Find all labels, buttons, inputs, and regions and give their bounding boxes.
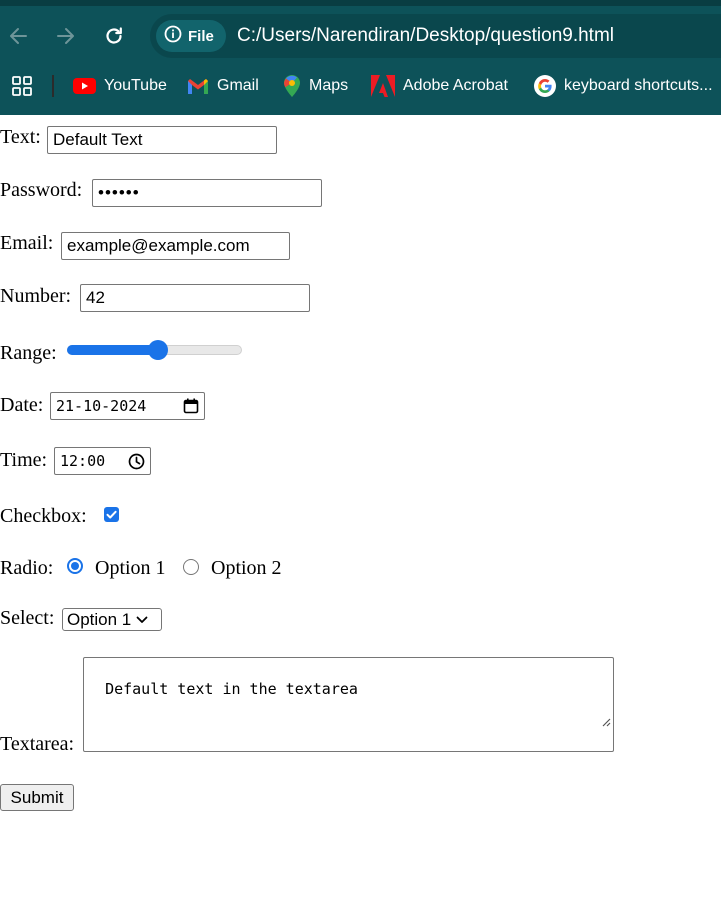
bookmark-gmail[interactable]: Gmail: [187, 72, 259, 100]
radio-option-2-label[interactable]: Option 2: [211, 557, 282, 580]
range-thumb[interactable]: [147, 340, 168, 360]
radio-dot: [71, 562, 79, 570]
back-button[interactable]: [4, 22, 32, 50]
checkmark-icon: [106, 510, 117, 519]
textarea-input[interactable]: Default text in the textarea: [83, 657, 614, 752]
select-dropdown[interactable]: Option 1: [62, 608, 162, 631]
youtube-icon: [73, 78, 96, 94]
bookmark-adobe-acrobat[interactable]: Adobe Acrobat: [371, 72, 508, 100]
email-input[interactable]: example@example.com: [61, 232, 290, 260]
select-label: Select:: [0, 607, 55, 629]
clock-icon[interactable]: [128, 453, 145, 474]
time-label: Time:: [0, 449, 48, 471]
bookmark-keyboard-shortcuts[interactable]: keyboard shortcuts...: [534, 72, 713, 100]
info-icon: [164, 25, 182, 48]
text-label: Text:: [0, 126, 41, 148]
bookmark-youtube[interactable]: YouTube: [73, 72, 167, 100]
calendar-icon[interactable]: [183, 398, 199, 418]
chevron-down-icon: [136, 616, 148, 624]
select-value: Option 1: [67, 609, 132, 629]
date-value: 21-10-2024: [56, 397, 147, 415]
site-chip-label: File: [188, 27, 214, 45]
checkbox-label: Checkbox:: [0, 505, 87, 527]
number-label: Number:: [0, 285, 72, 307]
apps-icon[interactable]: [11, 75, 33, 102]
bookmark-divider: [52, 75, 54, 97]
bookmark-label: Adobe Acrobat: [403, 77, 508, 94]
radio-label: Radio:: [0, 557, 54, 579]
time-value: 12:00: [60, 452, 106, 470]
textarea-label: Textarea:: [0, 733, 75, 755]
email-label: Email:: [0, 232, 54, 254]
url-text[interactable]: C:/Users/Narendiran/Desktop/question9.ht…: [237, 25, 614, 47]
radio-option-1-label[interactable]: Option 1: [95, 557, 166, 580]
resize-grip-icon[interactable]: [566, 695, 611, 749]
reload-button[interactable]: [100, 22, 128, 50]
textarea-value: Default text in the textarea: [105, 680, 358, 698]
bookmark-maps[interactable]: Maps: [283, 72, 348, 100]
bookmark-label: Maps: [309, 77, 349, 94]
date-label: Date:: [0, 394, 44, 416]
arrow-right-icon: [57, 28, 74, 44]
number-input[interactable]: 42: [80, 284, 310, 312]
radio-option-1[interactable]: [67, 558, 83, 574]
site-info-chip[interactable]: File: [156, 20, 226, 52]
radio-option-2[interactable]: [183, 559, 199, 575]
range-label: Range:: [0, 342, 57, 364]
google-icon: [534, 75, 556, 97]
date-input[interactable]: 21-10-2024: [50, 392, 205, 420]
bookmark-label: Gmail: [217, 77, 259, 94]
gmail-icon: [187, 78, 209, 95]
submit-button[interactable]: Submit: [0, 784, 74, 811]
password-label: Password:: [0, 179, 83, 201]
reload-icon: [106, 27, 122, 44]
checkbox-input[interactable]: [104, 507, 119, 522]
arrow-left-icon: [10, 28, 27, 44]
range-fill: [67, 345, 155, 355]
time-input[interactable]: 12:00: [54, 447, 151, 475]
password-input[interactable]: ••••••: [92, 179, 322, 207]
bookmark-label: YouTube: [104, 77, 167, 94]
forward-button[interactable]: [52, 22, 80, 50]
browser-toolbar: File C:/Users/Narendiran/Desktop/questio…: [0, 0, 721, 115]
text-input[interactable]: Default Text: [47, 126, 277, 154]
maps-icon: [283, 74, 301, 98]
tab-strip-edge: [0, 0, 721, 6]
adobe-acrobat-icon: [371, 75, 395, 97]
bookmark-label: keyboard shortcuts...: [564, 77, 713, 94]
